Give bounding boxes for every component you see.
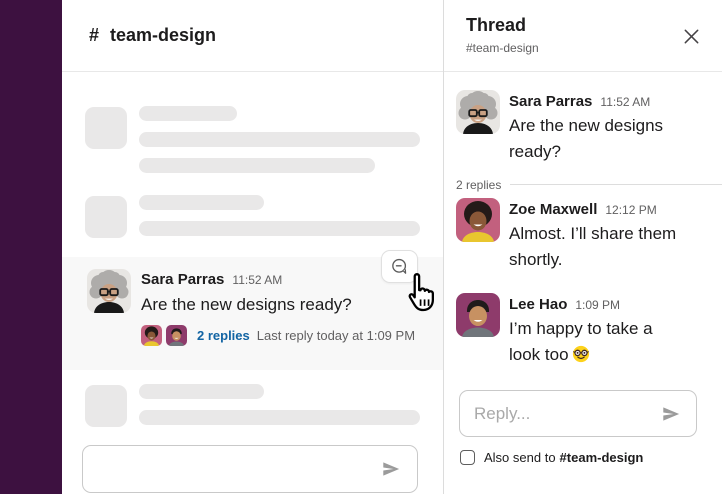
- skeleton-line: [139, 195, 264, 210]
- message-timestamp: 12:12 PM: [605, 203, 656, 217]
- also-send-row[interactable]: Also send to #team-design: [460, 450, 722, 465]
- also-send-label: Also send to: [484, 450, 556, 465]
- send-arrow-icon: [380, 458, 402, 480]
- avatar-zoe-mini: [141, 325, 162, 346]
- replies-count-label: 2 replies: [456, 178, 501, 192]
- replies-count-link[interactable]: 2 replies: [197, 328, 250, 343]
- reply-input[interactable]: [474, 404, 652, 424]
- skeleton-line: [139, 221, 420, 236]
- skeleton-message: [85, 106, 443, 173]
- message-timestamp: 11:52 AM: [232, 273, 282, 287]
- message-author[interactable]: Zoe Maxwell: [509, 200, 597, 219]
- replies-divider: 2 replies: [456, 177, 722, 192]
- message-text: Almost. I’ll share them shortly.: [509, 221, 714, 273]
- last-reply-text: Last reply today at 1:09 PM: [257, 328, 415, 343]
- message-text: Are the new designs ready?: [141, 293, 415, 316]
- thread-header: Thread #team-design: [444, 0, 722, 72]
- message-input[interactable]: [98, 459, 372, 479]
- skeleton-avatar: [85, 196, 127, 238]
- avatar-lee[interactable]: [456, 293, 500, 337]
- divider-line: [510, 184, 722, 185]
- message-composer[interactable]: [82, 445, 418, 493]
- send-arrow-icon: [660, 403, 682, 425]
- thread-title: Thread: [466, 15, 706, 35]
- also-send-checkbox[interactable]: [460, 450, 475, 465]
- thread-panel: Thread #team-design Sara Parras 11:52 AM…: [443, 0, 722, 494]
- avatar-zoe[interactable]: [456, 198, 500, 242]
- message-author[interactable]: Sara Parras: [141, 270, 224, 289]
- skeleton-line: [139, 132, 420, 147]
- avatar-sara[interactable]: [456, 90, 500, 134]
- skeleton-avatar: [85, 385, 127, 427]
- close-thread-button[interactable]: [680, 25, 702, 47]
- skeleton-line: [139, 384, 264, 399]
- reply-in-thread-button[interactable]: [381, 250, 418, 283]
- thread-channel-name: #team-design: [466, 41, 706, 55]
- skeleton-message: [85, 195, 443, 238]
- thread-reply-message: Lee Hao 1:09 PM I’m happy to take a look…: [456, 293, 714, 368]
- channel-header: # team-design: [62, 0, 443, 72]
- thread-reply-message: Zoe Maxwell 12:12 PM Almost. I’ll share …: [456, 198, 714, 273]
- workspace-sidebar: [0, 0, 62, 494]
- thread-reply-bar[interactable]: 2 replies Last reply today at 1:09 PM: [141, 325, 415, 346]
- slack-app: # team-design Sa: [0, 0, 722, 494]
- message-timestamp: 1:09 PM: [575, 298, 620, 312]
- skeleton-message: [85, 384, 443, 427]
- channel-view: # team-design Sa: [62, 0, 443, 494]
- skeleton-line: [139, 158, 375, 173]
- channel-name: team-design: [110, 25, 216, 46]
- also-send-channel: #team-design: [560, 450, 644, 465]
- skeleton-line: [139, 106, 237, 121]
- message-timestamp: 11:52 AM: [600, 95, 650, 109]
- message-author[interactable]: Lee Hao: [509, 295, 567, 314]
- message-text: I’m happy to take a look too: [509, 316, 677, 368]
- close-icon: [682, 27, 701, 46]
- thread-reply-composer[interactable]: [459, 390, 697, 437]
- avatar-sara[interactable]: [87, 269, 131, 313]
- thread-send-button[interactable]: [660, 403, 682, 425]
- nerd-face-emoji: [572, 345, 590, 363]
- skeleton-line: [139, 410, 420, 425]
- thread-bubble-icon: [390, 257, 409, 276]
- message-author[interactable]: Sara Parras: [509, 92, 592, 111]
- message-text: Are the new designs ready?: [509, 113, 704, 165]
- send-button[interactable]: [380, 458, 402, 480]
- channel-hash-icon: #: [89, 25, 99, 46]
- avatar-lee-mini: [166, 325, 187, 346]
- skeleton-avatar: [85, 107, 127, 149]
- thread-root-message: Sara Parras 11:52 AM Are the new designs…: [456, 90, 714, 165]
